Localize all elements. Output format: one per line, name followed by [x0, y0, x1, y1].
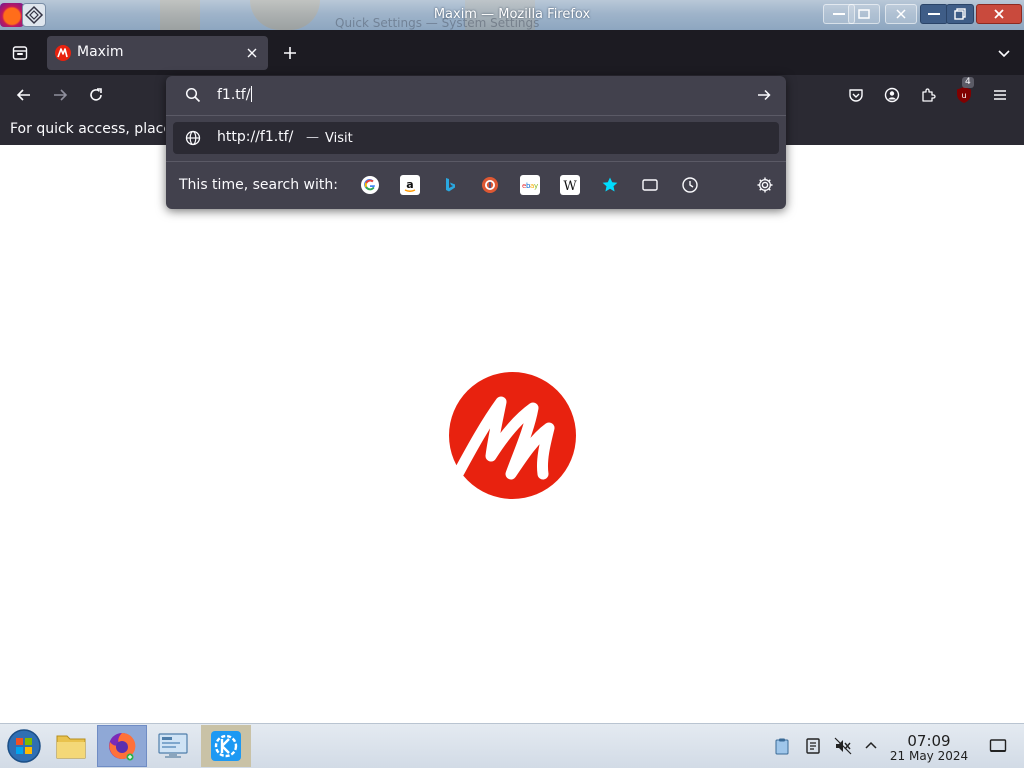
urlbar-dropdown: f1.tf/ http://f1.tf/ — Visit This time, …: [166, 76, 786, 209]
suggestion-action: Visit: [325, 131, 353, 146]
duckduckgo-icon[interactable]: [480, 175, 500, 195]
firefox-view-icon: [12, 46, 28, 60]
notes-tray-icon[interactable]: [803, 736, 823, 756]
bookmarks-hint: For quick access, place your bookmarks h…: [10, 121, 165, 137]
clock-time[interactable]: 07:09: [896, 732, 962, 750]
tab-maxim[interactable]: Maxim: [47, 36, 268, 70]
page-content: [0, 145, 1024, 723]
background-close-button[interactable]: [885, 4, 917, 24]
maximize-button[interactable]: [946, 4, 974, 24]
clipboard-tray-icon[interactable]: [772, 736, 792, 756]
taskbar-kde[interactable]: [201, 725, 251, 767]
suggestion-separator: —: [306, 130, 319, 145]
new-tab-button[interactable]: [274, 37, 306, 69]
suggestion-url: http://f1.tf/: [217, 129, 294, 145]
suggestion-visit-row[interactable]: http://f1.tf/ — Visit: [173, 122, 779, 154]
taskbar: 07:09 21 May 2024: [0, 723, 1024, 768]
back-button[interactable]: [8, 79, 40, 111]
pocket-button[interactable]: [840, 79, 872, 111]
bookmarks-icon[interactable]: [600, 175, 620, 195]
svg-text:y: y: [534, 182, 538, 190]
tab-strip: Maxim: [0, 30, 1024, 75]
list-all-tabs-button[interactable]: [988, 37, 1020, 69]
reload-icon: [90, 88, 102, 101]
divider: [166, 115, 786, 116]
start-menu-button[interactable]: [0, 725, 48, 767]
arrow-left-icon: [16, 89, 30, 101]
forward-button[interactable]: [44, 79, 76, 111]
firefox-icon: [109, 732, 136, 761]
wikipedia-icon[interactable]: W: [560, 175, 580, 195]
puzzle-icon: [922, 88, 936, 102]
settings-monitor-icon: [158, 733, 188, 758]
app-menu-button[interactable]: [984, 79, 1016, 111]
search-settings-gear-icon[interactable]: [755, 175, 775, 195]
pocket-icon: [849, 89, 863, 102]
maxim-logo: [449, 372, 576, 499]
ublock-origin-button[interactable]: u 4: [948, 77, 980, 111]
kde-icon: [211, 731, 241, 761]
minimize-button[interactable]: [920, 4, 948, 24]
account-button[interactable]: [876, 79, 908, 111]
amazon-icon[interactable]: a: [400, 175, 420, 195]
logo-circle: [449, 372, 576, 499]
urlbar-input[interactable]: f1.tf/: [217, 86, 253, 103]
bing-icon[interactable]: [440, 175, 460, 195]
account-icon: [884, 87, 900, 103]
start-orb-icon: [7, 729, 41, 763]
globe-icon: [185, 130, 201, 146]
clock-date[interactable]: 21 May 2024: [886, 749, 972, 763]
show-hidden-tray-icon[interactable]: [861, 736, 881, 756]
tabs-icon[interactable]: [640, 175, 660, 195]
extensions-button[interactable]: [912, 79, 944, 111]
plus-icon: [284, 47, 296, 59]
taskbar-firefox[interactable]: [97, 725, 147, 767]
taskbar-system-settings[interactable]: [149, 725, 197, 767]
firefox-view-button[interactable]: [4, 37, 36, 69]
ebay-icon[interactable]: ebay: [520, 175, 540, 195]
maxim-favicon: [55, 45, 71, 61]
divider: [166, 161, 786, 162]
reload-button[interactable]: [80, 79, 112, 111]
background-restore-button[interactable]: [848, 4, 880, 24]
search-with-label: This time, search with:: [179, 177, 338, 193]
extension-badge: 4: [962, 77, 974, 88]
urlbar-input-row[interactable]: f1.tf/: [166, 76, 786, 114]
show-desktop-icon[interactable]: [988, 736, 1008, 756]
arrow-right-icon: [54, 89, 68, 101]
svg-text:a: a: [406, 178, 413, 191]
go-arrow-icon[interactable]: [756, 87, 772, 103]
svg-text:W: W: [563, 179, 577, 194]
volume-muted-icon[interactable]: [833, 736, 853, 756]
search-icon: [185, 87, 201, 103]
google-icon[interactable]: [360, 175, 380, 195]
close-tab-icon[interactable]: [244, 45, 260, 61]
taskbar-file-manager[interactable]: [47, 725, 95, 767]
history-icon[interactable]: [680, 175, 700, 195]
svg-text:u: u: [961, 91, 966, 100]
window-titlebar[interactable]: Quick Settings — System Settings Maxim —…: [0, 0, 1024, 30]
folder-icon: [56, 735, 86, 759]
tab-label: Maxim: [77, 44, 124, 60]
close-window-button[interactable]: [976, 4, 1022, 24]
chevron-down-icon: [998, 50, 1010, 58]
hamburger-menu-icon: [994, 90, 1006, 100]
ublock-icon: u: [957, 87, 971, 103]
